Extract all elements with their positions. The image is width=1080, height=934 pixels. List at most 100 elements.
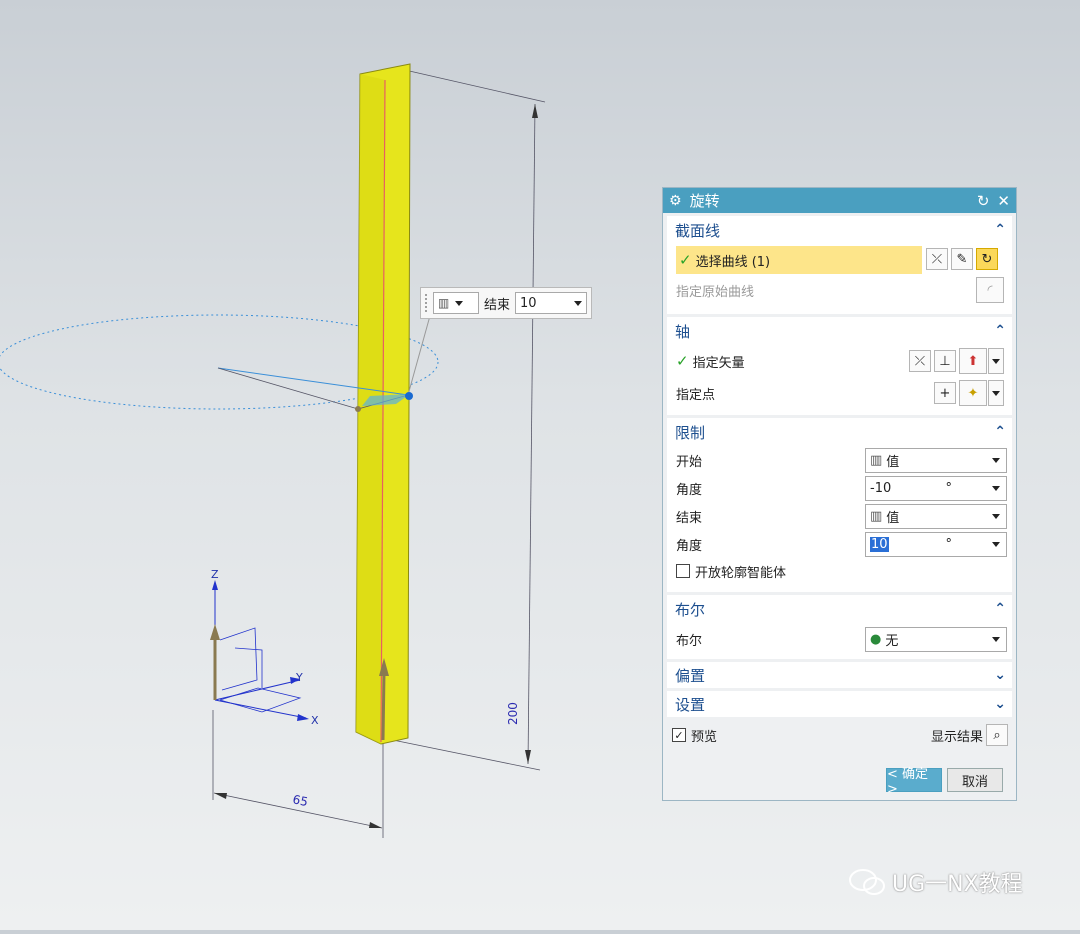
- onscreen-input-box: ▥ 结束 10: [420, 287, 592, 319]
- open-profile-row: 开放轮廓智能体: [667, 558, 1012, 584]
- point-dialog-icon[interactable]: +: [934, 382, 956, 404]
- chevron-down-icon: [992, 390, 1000, 396]
- ok-button[interactable]: < 确定 >: [886, 767, 942, 797]
- chevron-up-icon[interactable]: ⌃: [994, 601, 1006, 617]
- show-result-label: 显示结果: [930, 729, 983, 745]
- point-dropdown[interactable]: [988, 380, 1004, 406]
- specify-original-label: 指定原始曲线: [676, 284, 755, 300]
- end-row: 结束 ▥ 值: [667, 502, 1012, 530]
- open-profile-checkbox[interactable]: [676, 564, 690, 578]
- axis-x-label: X: [311, 714, 319, 727]
- end-type-select[interactable]: ▥ 值: [865, 503, 1007, 529]
- check-icon: ✓: [679, 251, 692, 269]
- start-type-select[interactable]: ▥ 值: [865, 447, 1007, 473]
- boolean-row: 布尔 ● 无: [667, 623, 1012, 655]
- settings-header[interactable]: 设置 ⌄: [667, 691, 1012, 717]
- end-angle-label: 角度: [676, 538, 703, 554]
- select-curve-label: 选择曲线 (1): [695, 254, 771, 270]
- gear-icon[interactable]: ⚙: [669, 193, 682, 209]
- chevron-down-icon: [992, 513, 1000, 519]
- start-angle-input[interactable]: -10 °: [865, 475, 1007, 501]
- start-label: 开始: [676, 454, 703, 470]
- chevron-down-icon: [574, 300, 583, 306]
- original-curve-icon[interactable]: ◜: [976, 277, 1004, 303]
- start-angle-unit: °: [945, 480, 953, 496]
- vector-dropdown[interactable]: [988, 348, 1004, 374]
- preview-row: ✓ 预览 显示结果 ⌕: [663, 721, 1016, 749]
- end-angle-value: 10: [870, 536, 889, 552]
- start-row: 开始 ▥ 值: [667, 446, 1012, 474]
- check-icon: ✓: [676, 352, 689, 370]
- offset-header[interactable]: 偏置 ⌄: [667, 662, 1012, 688]
- boolean-select[interactable]: ● 无: [865, 626, 1007, 652]
- close-icon[interactable]: ✕: [997, 192, 1010, 210]
- chevron-down-icon: [455, 300, 464, 306]
- settings-group: 设置 ⌄: [667, 691, 1012, 717]
- vector-dialog-icon[interactable]: ⊥: [934, 350, 956, 372]
- dimension-width-label: 65: [291, 792, 309, 809]
- select-curve-row[interactable]: ✓ 选择曲线 (1): [676, 246, 922, 274]
- limits-title: 限制: [675, 423, 706, 442]
- end-angle-input[interactable]: 10 °: [865, 531, 1007, 557]
- specify-original-row: 指定原始曲线 ◜: [667, 276, 1012, 304]
- boolean-label: 布尔: [676, 633, 703, 649]
- boolean-group: 布尔 ⌃ 布尔 ● 无: [667, 595, 1012, 659]
- float-end-value: 10: [520, 295, 537, 311]
- axis-y-label: Y: [295, 671, 303, 684]
- float-end-input[interactable]: 10: [515, 292, 588, 314]
- curve-select-icon[interactable]: ↻: [976, 248, 998, 270]
- specify-vector-row: ✓ 指定矢量 ⤫ ⊥ ⬆: [667, 345, 1012, 377]
- vector-type-icon[interactable]: ⬆: [959, 348, 987, 374]
- offset-title: 偏置: [675, 666, 706, 685]
- drag-grip[interactable]: [424, 293, 429, 313]
- chevron-down-icon[interactable]: ⌄: [994, 667, 1006, 683]
- specify-point-label: 指定点: [676, 387, 716, 403]
- chevron-down-icon: [992, 457, 1000, 463]
- axis-z-label: Z: [211, 568, 219, 581]
- specify-point-row: 指定点 + ✦: [667, 377, 1012, 409]
- coordinate-triad: Z Y X: [210, 568, 319, 727]
- chevron-up-icon[interactable]: ⌃: [994, 323, 1006, 339]
- value-icon: ▥: [870, 452, 883, 468]
- chevron-up-icon[interactable]: ⌃: [994, 222, 1006, 238]
- wechat-logo-icon: [849, 869, 885, 895]
- settings-title: 设置: [675, 695, 706, 714]
- section-curve-header[interactable]: 截面线 ⌃: [667, 216, 1012, 244]
- limits-header[interactable]: 限制 ⌃: [667, 418, 1012, 446]
- chevron-down-icon[interactable]: ⌄: [994, 696, 1006, 712]
- reset-icon[interactable]: ↻: [977, 192, 990, 210]
- section-curve-title: 截面线: [675, 221, 721, 240]
- specify-vector-label: 指定矢量: [692, 355, 745, 371]
- dimension-height-label: 200: [506, 702, 520, 725]
- start-angle-value: -10: [870, 480, 892, 496]
- end-type-value: 值: [886, 510, 900, 526]
- start-angle-row: 角度 -10 °: [667, 474, 1012, 502]
- axis-group: 轴 ⌃ ✓ 指定矢量 ⤫ ⊥ ⬆ 指定点 + ✦: [667, 317, 1012, 415]
- sketch-section-icon[interactable]: ✎: [951, 248, 973, 270]
- value-type-dropdown[interactable]: ▥: [433, 292, 479, 314]
- dialog-title: 旋转: [689, 192, 720, 210]
- start-angle-label: 角度: [676, 482, 703, 498]
- reverse-direction-icon[interactable]: ⤫: [909, 350, 931, 372]
- chevron-down-icon: [992, 541, 1000, 547]
- end-angle-row: 角度 10 °: [667, 530, 1012, 558]
- boolean-header[interactable]: 布尔 ⌃: [667, 595, 1012, 623]
- axis-header[interactable]: 轴 ⌃: [667, 317, 1012, 345]
- revolve-dialog: ⚙ 旋转 ↻ ✕ 截面线 ⌃ ✓ 选择曲线 (1) ⤫ ✎ ↻ 指定原始曲线 ◜…: [662, 187, 1017, 801]
- end-label: 结束: [676, 510, 703, 526]
- open-profile-label: 开放轮廓智能体: [695, 565, 787, 581]
- point-type-icon[interactable]: ✦: [959, 380, 987, 406]
- chevron-down-icon: [992, 358, 1000, 364]
- end-angle-unit: °: [945, 536, 953, 552]
- value-icon: ▥: [870, 508, 883, 524]
- watermark: UG一NX教程: [848, 866, 1023, 898]
- dialog-title-bar[interactable]: ⚙ 旋转 ↻ ✕: [663, 188, 1016, 213]
- preview-checkbox[interactable]: ✓: [672, 728, 686, 742]
- chevron-up-icon[interactable]: ⌃: [994, 424, 1006, 440]
- limits-group: 限制 ⌃ 开始 ▥ 值 角度 -10 ° 结束 ▥ 值 角度 10 ° 开放轮廓…: [667, 418, 1012, 592]
- axis-title: 轴: [675, 322, 691, 341]
- magnifier-icon[interactable]: ⌕: [986, 724, 1008, 746]
- cancel-button[interactable]: 取消: [947, 768, 1003, 792]
- float-end-label: 结束: [484, 297, 511, 313]
- reverse-direction-icon[interactable]: ⤫: [926, 248, 948, 270]
